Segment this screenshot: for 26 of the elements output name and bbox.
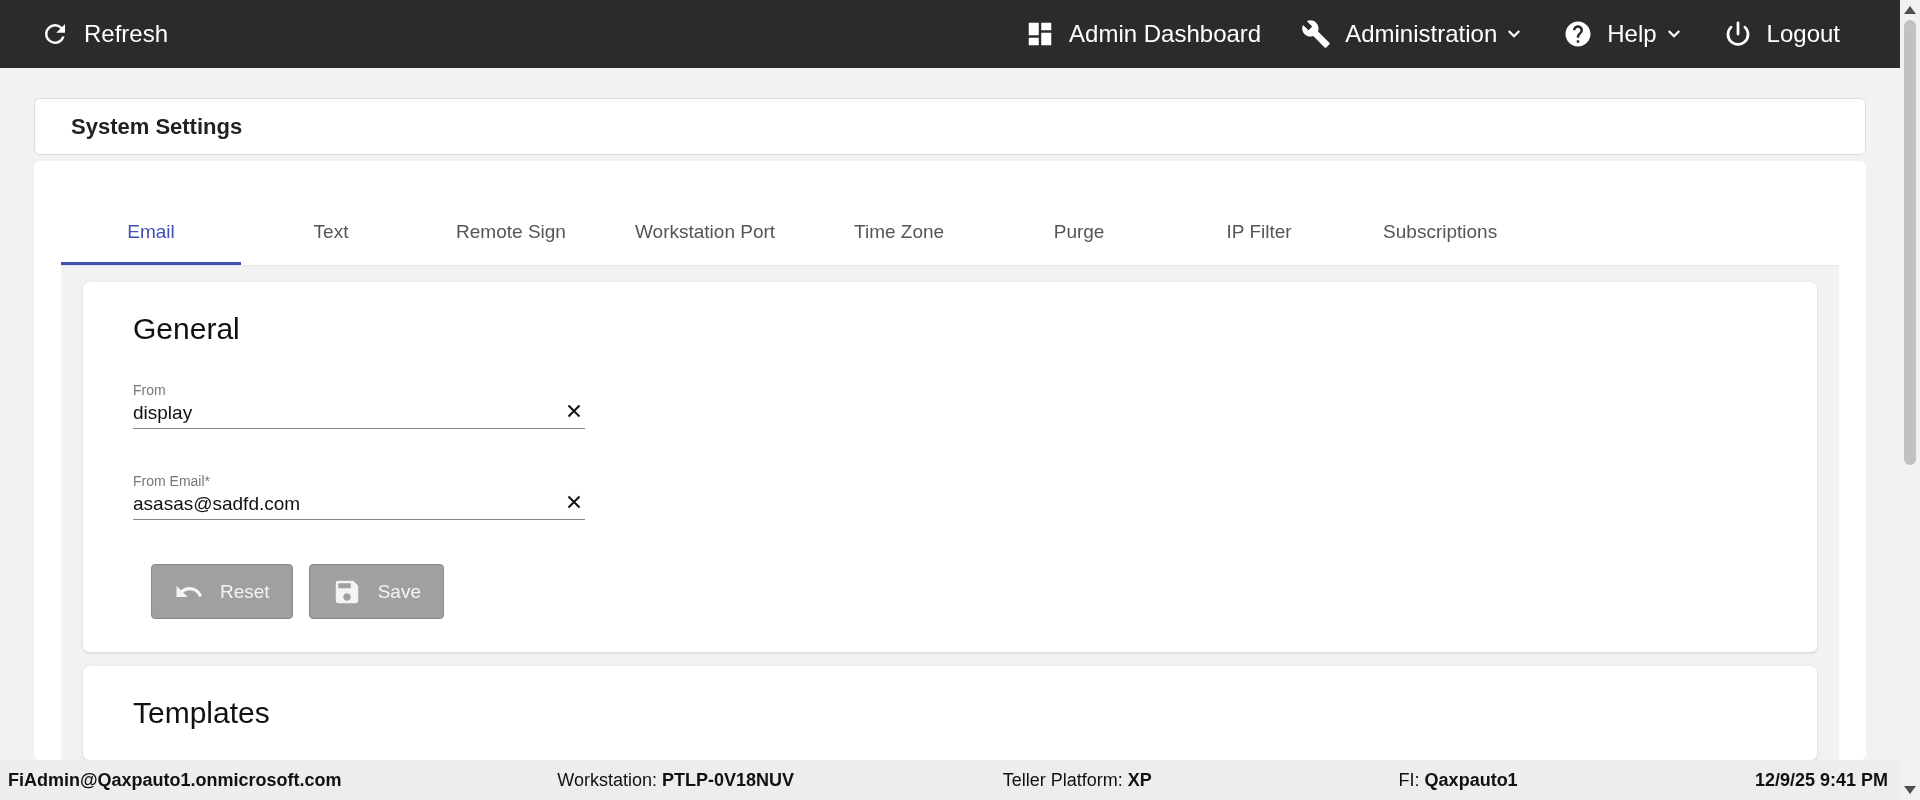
scrollbar[interactable] [1900,0,1920,800]
text-field[interactable]: asasas@sadfd.com [133,489,563,515]
page-title: System Settings [71,113,243,140]
section-heading: General [133,312,241,346]
settings-tab[interactable]: Subscriptions [1349,201,1532,265]
fi-info: FI: Qaxpauto1 [1398,769,1519,791]
settings-tab[interactable]: Purge [989,201,1170,265]
section-heading: Templates [133,696,271,730]
settings-tab[interactable]: Remote Sign [421,201,601,265]
user-email: FiAdmin@Qaxpauto1.onmicrosoft.com [8,769,343,791]
settings-tab[interactable]: Text [241,201,421,265]
settings-tab[interactable]: Workstation Port [601,201,810,265]
settings-tab[interactable]: Time Zone [809,201,990,265]
text-field[interactable]: display [133,398,563,424]
nav-menu-item[interactable]: Admin Dashboard [1025,19,1262,49]
field-label: From Email* [133,473,211,489]
date-time: 12/9/25 9:41 PM [1754,769,1888,791]
field-label: From [133,382,167,398]
nav-menu-item[interactable]: Administration [1301,19,1524,49]
refresh-button[interactable]: Refresh [40,19,169,49]
nav-menu-item[interactable]: Logout [1722,19,1840,49]
settings-tab[interactable]: IP Filter [1169,201,1350,265]
workstation-info: Workstation: PTLP-0V18NUV [557,769,796,791]
nav-menu-item[interactable]: Help [1563,19,1683,49]
wrench-icon [1301,19,1332,49]
platform-info: Teller Platform: XP [1002,769,1153,791]
